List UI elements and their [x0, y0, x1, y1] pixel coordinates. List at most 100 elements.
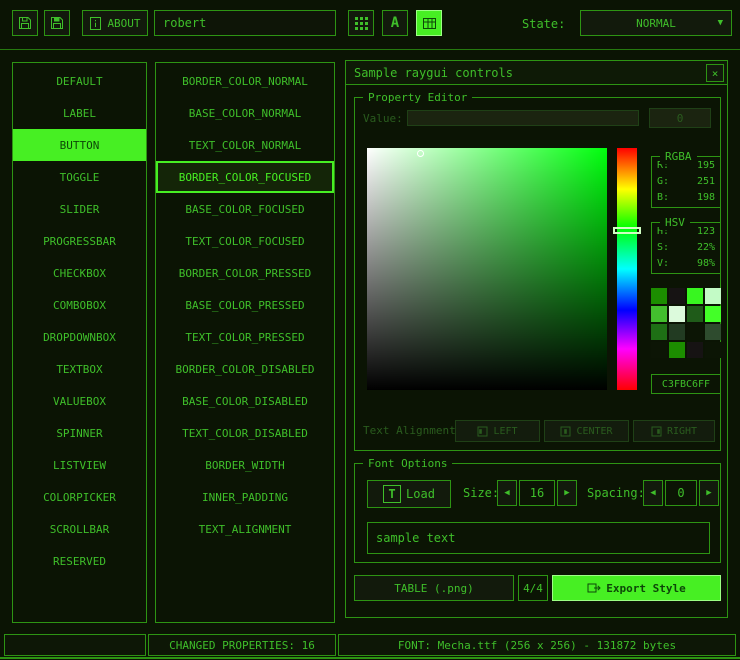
size-decrement-button[interactable]: ◀ [497, 480, 517, 506]
controls-list-item[interactable]: PROGRESSBAR [13, 225, 146, 257]
color-swatch[interactable] [669, 342, 685, 358]
properties-list-item[interactable]: INNER_PADDING [156, 481, 334, 513]
grid-view-button[interactable] [348, 10, 374, 36]
color-swatch[interactable] [669, 324, 685, 340]
saturation-label: S: [657, 240, 669, 255]
export-style-button[interactable]: Export Style [552, 575, 721, 601]
properties-list: BORDER_COLOR_NORMALBASE_COLOR_NORMALTEXT… [155, 62, 335, 623]
font-load-button[interactable]: T Load [367, 480, 451, 508]
align-left-icon [477, 426, 488, 437]
text-alignment-label: Text Alignment [363, 424, 456, 437]
about-button[interactable]: ABOUT [82, 10, 148, 36]
grid-icon [354, 16, 369, 31]
export-format-dropdown[interactable]: TABLE (.png) [354, 575, 514, 601]
properties-list-item[interactable]: TEXT_COLOR_DISABLED [156, 417, 334, 449]
green-label: G: [657, 174, 669, 189]
table-view-button[interactable] [416, 10, 442, 36]
controls-list-item[interactable]: TOGGLE [13, 161, 146, 193]
spacing-value-box[interactable]: 0 [665, 480, 697, 506]
table-icon [422, 17, 437, 30]
align-left-label: LEFT [493, 426, 517, 437]
properties-list-item[interactable]: BASE_COLOR_PRESSED [156, 289, 334, 321]
window-titlebar[interactable]: Sample raygui controls [346, 61, 727, 85]
color-swatch[interactable] [669, 288, 685, 304]
color-swatch[interactable] [705, 324, 721, 340]
font-view-button[interactable]: A [382, 10, 408, 36]
properties-list-item[interactable]: BORDER_WIDTH [156, 449, 334, 481]
properties-list-item[interactable]: TEXT_COLOR_FOCUSED [156, 225, 334, 257]
open-file-button[interactable] [12, 10, 38, 36]
properties-list-item[interactable]: BORDER_COLOR_FOCUSED [156, 161, 334, 193]
sample-controls-window: Sample raygui controls × Property Editor… [345, 60, 728, 618]
window-title: Sample raygui controls [354, 66, 513, 80]
color-swatch[interactable] [669, 306, 685, 322]
sample-text-input[interactable]: sample text [367, 522, 710, 554]
value-row: V: 98% [652, 256, 720, 271]
state-dropdown[interactable]: NORMAL ▼ [580, 10, 732, 36]
controls-list-item[interactable]: BUTTON [13, 129, 146, 161]
spacing-increment-button[interactable]: ▶ [699, 480, 719, 506]
text-t-icon: T [383, 485, 401, 503]
color-swatch[interactable] [651, 342, 667, 358]
controls-list-item[interactable]: CHECKBOX [13, 257, 146, 289]
align-center-label: CENTER [576, 426, 612, 437]
properties-list-item[interactable]: BASE_COLOR_DISABLED [156, 385, 334, 417]
color-swatch[interactable] [651, 288, 667, 304]
hex-color-input[interactable]: C3FBC6FF [651, 374, 721, 394]
color-swatch[interactable] [705, 306, 721, 322]
style-name-input[interactable] [154, 10, 336, 36]
color-swatch[interactable] [705, 288, 721, 304]
state-label: State: [522, 17, 565, 31]
controls-list-item[interactable]: SCROLLBAR [13, 513, 146, 545]
value-slider [407, 110, 639, 126]
pages-value-box[interactable]: 4/4 [518, 575, 548, 601]
hue-handle[interactable] [613, 227, 641, 234]
color-swatch[interactable] [687, 324, 703, 340]
size-value-box[interactable]: 16 [519, 480, 555, 506]
color-swatch[interactable] [687, 342, 703, 358]
color-saturation-value-panel[interactable] [367, 148, 607, 390]
color-swatch[interactable] [705, 342, 721, 358]
properties-list-item[interactable]: TEXT_ALIGNMENT [156, 513, 334, 545]
controls-list-item[interactable]: SPINNER [13, 417, 146, 449]
rgba-group-label: RGBA [660, 149, 697, 164]
controls-list: DEFAULTLABELBUTTONTOGGLESLIDERPROGRESSBA… [12, 62, 147, 623]
controls-list-item[interactable]: LISTVIEW [13, 449, 146, 481]
hue-value: 123 [697, 224, 715, 239]
properties-list-item[interactable]: BASE_COLOR_NORMAL [156, 97, 334, 129]
saturation-row: S: 22% [652, 240, 720, 255]
color-swatch[interactable] [687, 288, 703, 304]
properties-list-item[interactable]: BORDER_COLOR_PRESSED [156, 257, 334, 289]
color-swatch[interactable] [651, 306, 667, 322]
saturation-value: 22% [697, 240, 715, 255]
properties-list-item[interactable]: BORDER_COLOR_DISABLED [156, 353, 334, 385]
color-swatch[interactable] [687, 306, 703, 322]
save-file-button[interactable] [44, 10, 70, 36]
value-label: Value: [363, 112, 403, 125]
controls-list-item[interactable]: LABEL [13, 97, 146, 129]
about-button-label: ABOUT [107, 17, 140, 30]
controls-list-item[interactable]: SLIDER [13, 193, 146, 225]
properties-list-item[interactable]: TEXT_COLOR_NORMAL [156, 129, 334, 161]
arrow-right-icon: ▶ [564, 488, 569, 498]
font-options-group-label: Font Options [363, 456, 452, 471]
spacing-decrement-button[interactable]: ◀ [643, 480, 663, 506]
properties-list-item[interactable]: BORDER_COLOR_NORMAL [156, 65, 334, 97]
size-increment-button[interactable]: ▶ [557, 480, 577, 506]
controls-list-item[interactable]: RESERVED [13, 545, 146, 577]
controls-list-item[interactable]: DEFAULT [13, 65, 146, 97]
controls-list-item[interactable]: VALUEBOX [13, 385, 146, 417]
controls-list-item[interactable]: COLORPICKER [13, 481, 146, 513]
controls-list-item[interactable]: COMBOBOX [13, 289, 146, 321]
properties-list-item[interactable]: TEXT_COLOR_PRESSED [156, 321, 334, 353]
blue-label: B: [657, 190, 669, 205]
color-swatch[interactable] [651, 324, 667, 340]
hue-bar[interactable] [617, 148, 637, 390]
brightness-value: 98% [697, 256, 715, 271]
properties-list-item[interactable]: BASE_COLOR_FOCUSED [156, 193, 334, 225]
statusbar-font-info: FONT: Mecha.ttf (256 x 256) - 131872 byt… [338, 634, 736, 656]
controls-list-item[interactable]: DROPDOWNBOX [13, 321, 146, 353]
sv-cursor[interactable] [417, 150, 424, 157]
close-button[interactable]: × [706, 64, 724, 82]
controls-list-item[interactable]: TEXTBOX [13, 353, 146, 385]
